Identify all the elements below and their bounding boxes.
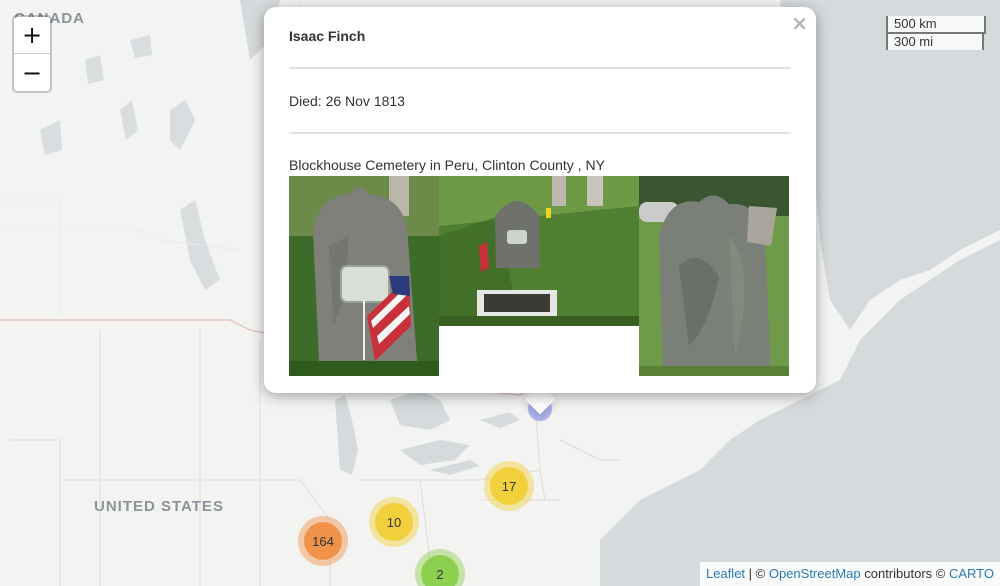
marker-cluster[interactable]: 164 [298,516,348,566]
grave-popup: × Isaac Finch Died: 26 Nov 1813 Blockhou… [264,7,816,393]
person-name: Isaac Finch [289,28,366,44]
death-date: Died: 26 Nov 1813 [289,93,405,109]
carto-link[interactable]: CARTO [949,566,994,581]
attribution-separator: | © [745,566,769,581]
marker-cluster[interactable]: 10 [369,497,419,547]
divider [289,132,791,134]
cluster-count: 2 [421,555,459,586]
cemetery-location: Blockhouse Cemetery in Peru, Clinton Cou… [289,157,605,173]
cluster-count: 17 [490,467,528,505]
country-label-usa: UNITED STATES [94,498,224,515]
marker-cluster[interactable]: 17 [484,461,534,511]
zoom-in-button[interactable]: + [14,17,50,54]
map-attribution: Leaflet | © OpenStreetMap contributors ©… [700,562,1000,586]
gravestone-photo-with-plaque[interactable] [439,176,639,326]
openstreetmap-link[interactable]: OpenStreetMap [769,566,861,581]
weathered-gravestone-photo[interactable] [639,176,789,376]
divider [289,67,791,69]
zoom-control: + − [12,15,52,93]
attribution-contributors: contributors © [860,566,949,581]
cluster-count: 164 [304,522,342,560]
leaflet-link[interactable]: Leaflet [706,566,745,581]
scale-bar: 500 km 300 mi [886,16,986,50]
map-canvas[interactable]: CANADA UNITED STATES 17 10 164 2 + − 500… [0,0,1000,586]
close-icon[interactable]: × [791,11,808,35]
gravestone-photo-with-flag[interactable] [289,176,439,376]
cluster-count: 10 [375,503,413,541]
scale-mi: 300 mi [886,32,984,50]
zoom-out-button[interactable]: − [14,54,50,91]
